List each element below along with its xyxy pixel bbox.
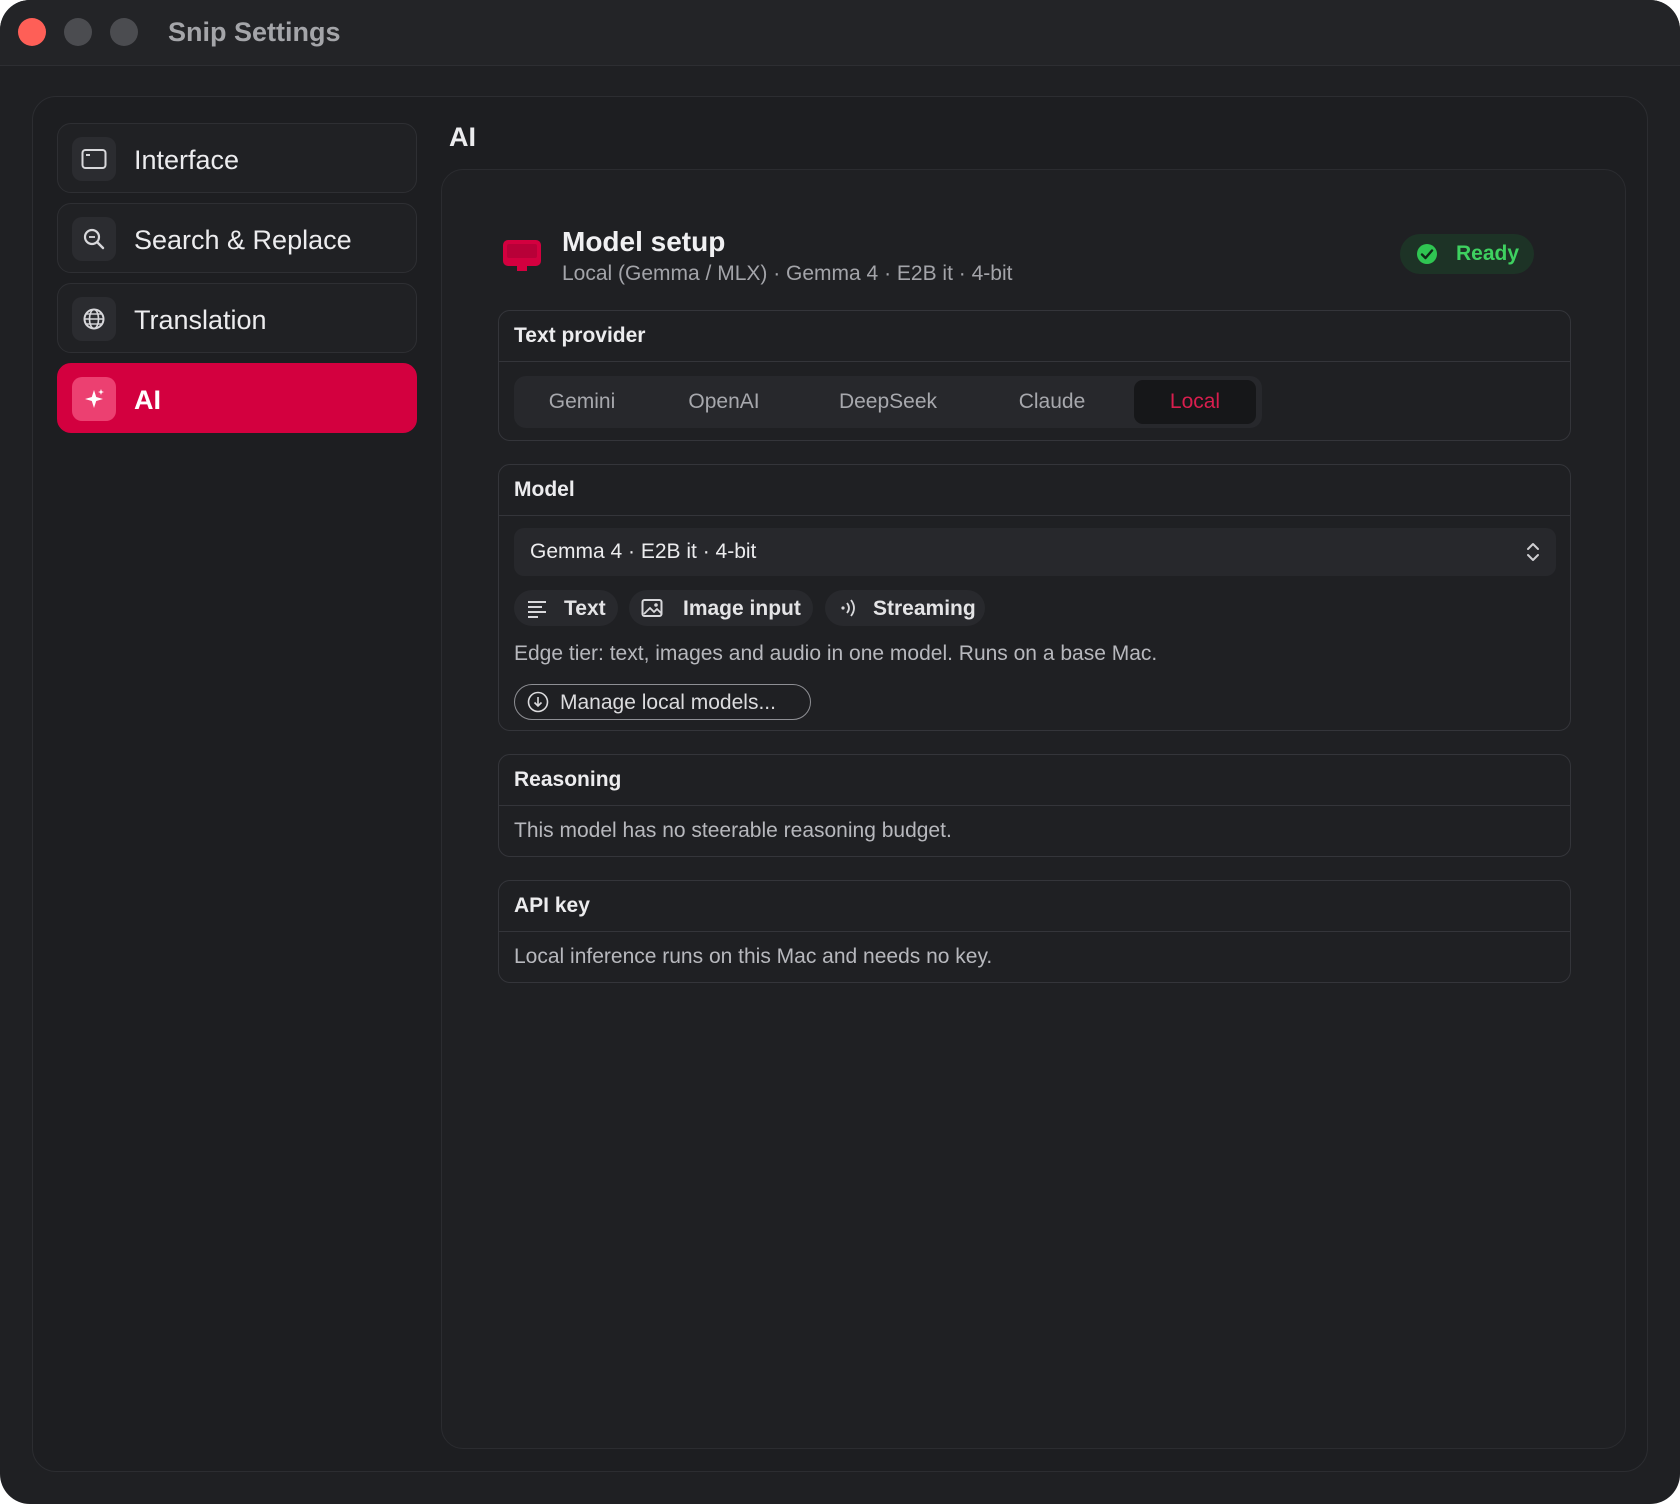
provider-option-openai[interactable]: OpenAI [654,380,794,424]
model-setup-subtitle: Local (Gemma / MLX) · Gemma 4 · E2B it ·… [562,262,1013,285]
api-key-text: Local inference runs on this Mac and nee… [514,945,993,968]
reasoning-heading: Reasoning [499,755,1570,806]
close-window-button[interactable] [18,18,46,46]
reasoning-card: Reasoning This model has no steerable re… [498,754,1571,857]
capability-label: Text [564,597,606,620]
model-select-value: Gemma 4 · E2B it · 4-bit [530,540,757,563]
model-setup-title: Model setup [562,226,726,257]
model-description: Edge tier: text, images and audio in one… [514,642,1158,665]
sidebar-item-label: Interface [134,145,240,175]
globe-icon [72,297,116,341]
provider-option-local[interactable]: Local [1134,380,1256,424]
provider-option-gemini[interactable]: Gemini [518,380,646,424]
sparkle-icon [72,377,116,421]
settings-panel: Interface Search & Replace Translation A… [32,96,1648,1472]
manage-local-models-button[interactable]: Manage local models... [514,684,811,720]
provider-segmented-control: Gemini OpenAI DeepSeek Claude Local [514,376,1262,428]
sidebar-item-search-replace[interactable]: Search & Replace [57,203,417,273]
provider-option-deepseek[interactable]: DeepSeek [804,380,972,424]
capability-label: Streaming [873,597,976,620]
capability-streaming: Streaming [825,590,985,626]
minimize-window-button[interactable] [64,18,92,46]
text-provider-heading: Text provider [499,311,1570,362]
text-provider-card: Text provider Gemini OpenAI DeepSeek Cla… [498,310,1571,441]
provider-option-claude[interactable]: Claude [982,380,1122,424]
model-select[interactable]: Gemma 4 · E2B it · 4-bit [514,528,1556,576]
text-lines-icon [528,601,546,618]
title-bar: Snip Settings [0,0,1680,66]
api-key-card: API key Local inference runs on this Mac… [498,880,1571,983]
manage-local-models-label: Manage local models... [560,691,776,714]
capability-label: Image input [683,597,801,620]
model-card: Model Gemma 4 · E2B it · 4-bit Text Imag… [498,464,1571,731]
checkmark-circle-icon [1417,244,1437,264]
sidebar-item-translation[interactable]: Translation [57,283,417,353]
status-text: Ready [1456,242,1520,265]
sidebar-item-label: AI [134,385,161,415]
capability-text: Text [514,590,618,626]
settings-window: Snip Settings Interface Search & Replace… [0,0,1680,1504]
chevron-up-down-icon [1527,543,1539,561]
image-icon [641,599,663,617]
sidebar-item-ai[interactable]: AI [57,363,417,433]
page-title: AI [449,122,476,152]
capability-image-input: Image input [629,590,813,626]
sidebar-item-interface[interactable]: Interface [57,123,417,193]
status-badge: Ready [1400,234,1534,274]
sidebar-item-label: Search & Replace [134,225,352,255]
sidebar-item-label: Translation [134,305,267,335]
api-key-heading: API key [499,881,1570,932]
search-icon [72,217,116,261]
reasoning-text: This model has no steerable reasoning bu… [514,819,952,842]
download-circle-icon [527,691,549,713]
zoom-window-button[interactable] [110,18,138,46]
model-heading: Model [499,465,1570,516]
window-icon [72,137,116,181]
broadcast-icon [841,599,855,617]
window-title: Snip Settings [168,17,341,47]
monitor-icon [503,240,541,271]
ai-settings-content: Model setup Local (Gemma / MLX) · Gemma … [441,169,1626,1449]
